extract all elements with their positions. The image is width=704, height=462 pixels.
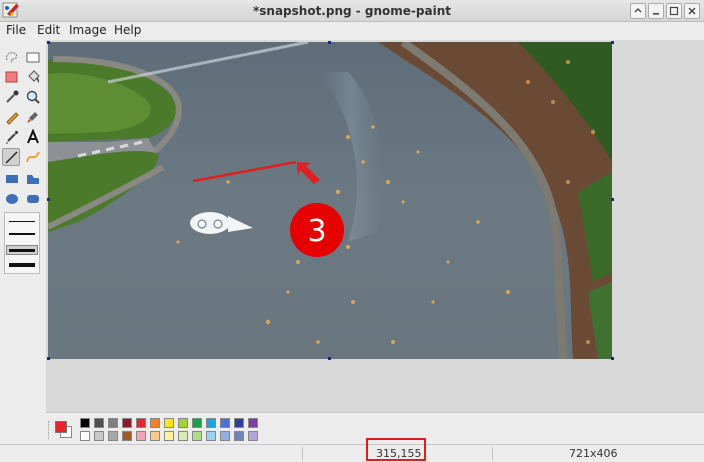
palette-swatch[interactable] [192, 431, 202, 441]
line-tool-icon[interactable] [2, 148, 20, 166]
window-title: *snapshot.png - gnome-paint [252, 4, 451, 18]
palette-swatch[interactable] [80, 418, 90, 428]
text-tool-icon[interactable] [24, 128, 42, 146]
eraser-icon[interactable] [3, 68, 21, 86]
palette-swatch[interactable] [206, 431, 216, 441]
ellipse-tool-icon[interactable] [3, 190, 21, 208]
palette-swatch[interactable] [108, 418, 118, 428]
resize-handle-l[interactable] [47, 198, 50, 201]
curve-tool-icon[interactable] [24, 148, 42, 166]
color-picker-icon[interactable] [3, 88, 21, 106]
close-button[interactable] [684, 3, 700, 19]
palette-swatch[interactable] [234, 431, 244, 441]
image-size: 721x406 [569, 447, 618, 460]
menu-image[interactable]: Image [69, 23, 107, 37]
polygon-tool-icon[interactable] [24, 170, 42, 188]
palette-grip [48, 421, 51, 439]
annotation-label: 3 [307, 214, 326, 249]
palette-swatch[interactable] [150, 418, 160, 428]
line-width-2[interactable] [9, 233, 35, 235]
resize-handle-br[interactable] [611, 357, 614, 360]
resize-handle-tr[interactable] [611, 41, 614, 44]
menu-edit[interactable]: Edit [37, 23, 60, 37]
resize-handle-r[interactable] [611, 198, 614, 201]
palette-swatch[interactable] [248, 431, 258, 441]
palette-swatch[interactable] [164, 431, 174, 441]
palette-swatch[interactable] [206, 418, 216, 428]
zoom-icon[interactable] [24, 88, 42, 106]
menu-bar: File Edit Image Help [0, 22, 704, 40]
palette-swatch[interactable] [136, 418, 146, 428]
palette-swatch[interactable] [136, 431, 146, 441]
palette-swatch[interactable] [94, 418, 104, 428]
line-width-selector [4, 212, 40, 274]
line-width-3-bar [9, 249, 35, 252]
palette-swatch[interactable] [220, 418, 230, 428]
status-bar: 315,155 721x406 [0, 444, 704, 462]
rounded-rect-tool-icon[interactable] [24, 190, 42, 208]
current-colors [54, 418, 74, 440]
canvas-image[interactable]: 3 [48, 42, 612, 359]
status-separator [302, 447, 303, 461]
palette-swatch[interactable] [108, 431, 118, 441]
fill-bucket-icon[interactable] [24, 68, 42, 86]
palette-swatch[interactable] [178, 431, 188, 441]
minimize-button[interactable] [630, 3, 646, 19]
rectangle-tool-icon[interactable] [3, 170, 21, 188]
palette-swatch[interactable] [248, 418, 258, 428]
cursor-position-highlight [366, 438, 426, 461]
line-width-1[interactable] [9, 221, 35, 222]
airbrush-icon[interactable] [3, 128, 21, 146]
palette-swatch[interactable] [94, 431, 104, 441]
toolbox [0, 40, 46, 412]
numbered-annotation: 3 [290, 203, 344, 257]
free-select-icon[interactable] [3, 48, 21, 66]
palette-swatch[interactable] [164, 418, 174, 428]
brush-icon[interactable] [24, 108, 42, 126]
title-bar: *snapshot.png - gnome-paint [0, 0, 704, 22]
palette-swatch[interactable] [220, 431, 230, 441]
primary-color-swatch[interactable] [55, 421, 67, 433]
resize-handle-tl[interactable] [47, 41, 50, 44]
palette-swatch[interactable] [122, 418, 132, 428]
status-separator [492, 447, 493, 461]
resize-handle-bl[interactable] [47, 357, 50, 360]
resize-handle-t[interactable] [328, 41, 331, 44]
palette-swatch[interactable] [122, 431, 132, 441]
palette-swatch[interactable] [192, 418, 202, 428]
palette-swatch[interactable] [80, 431, 90, 441]
resize-handle-b[interactable] [328, 357, 331, 360]
menu-help[interactable]: Help [114, 23, 141, 37]
palette-swatches [80, 418, 270, 444]
palette-swatch[interactable] [234, 418, 244, 428]
maximize-button[interactable] [666, 3, 682, 19]
palette-swatch[interactable] [178, 418, 188, 428]
restore-button[interactable] [648, 3, 664, 19]
rect-select-icon[interactable] [24, 48, 42, 66]
menu-file[interactable]: File [6, 23, 26, 37]
line-width-4[interactable] [9, 263, 35, 267]
palette-swatch[interactable] [150, 431, 160, 441]
pencil-icon[interactable] [3, 108, 21, 126]
